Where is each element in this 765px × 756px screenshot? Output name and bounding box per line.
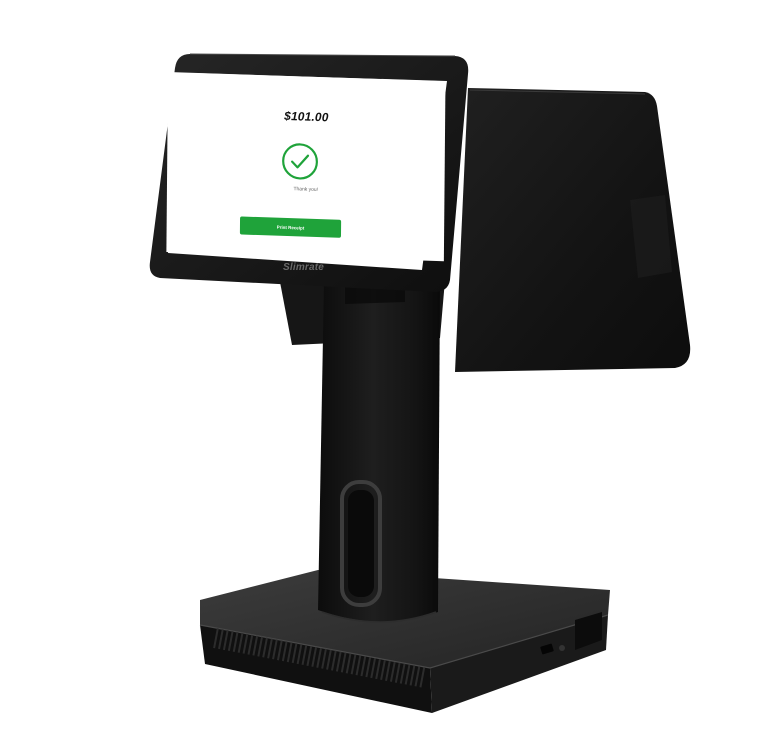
brand-name: Slimrate bbox=[283, 262, 325, 273]
thank-you-text: Thank you! bbox=[293, 186, 319, 194]
brand-logo: Slimrate bbox=[283, 262, 324, 273]
rear-display bbox=[455, 88, 691, 372]
payment-amount: $101.00 bbox=[284, 108, 329, 125]
checkmark-circle-icon bbox=[281, 142, 319, 181]
print-receipt-button[interactable]: Print Receipt bbox=[239, 216, 342, 238]
power-button bbox=[559, 645, 565, 651]
support-pole bbox=[318, 280, 440, 623]
pos-screen: $101.00 Thank you! Print Receipt bbox=[166, 72, 446, 262]
